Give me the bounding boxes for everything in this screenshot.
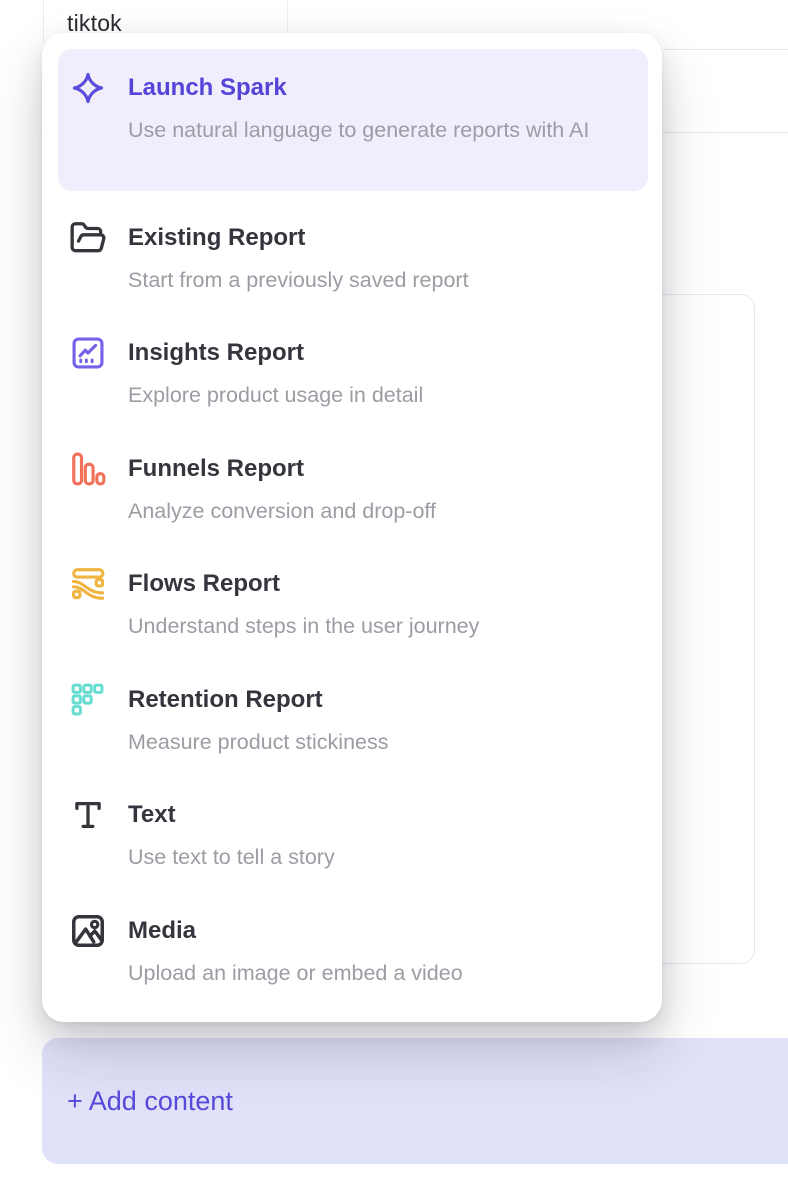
retention-grid-icon (68, 680, 108, 720)
funnel-bars-icon (68, 449, 108, 489)
add-content-menu: Launch Spark Use natural language to gen… (42, 33, 662, 1022)
add-content-button[interactable]: + Add content (42, 1038, 788, 1164)
menu-item-flows-report[interactable]: Flows Report Understand steps in the use… (68, 564, 664, 642)
menu-item-description: Explore product usage in detail (128, 379, 633, 411)
insights-chart-icon (68, 333, 108, 373)
menu-item-title: Existing Report (128, 224, 633, 252)
spark-icon (68, 68, 108, 108)
board-screen: tiktok + Add content Launch Spark Use na… (0, 0, 788, 1200)
text-icon (68, 795, 108, 835)
menu-item-title: Media (128, 917, 633, 945)
add-content-label: + Add content (42, 1086, 233, 1117)
menu-item-description: Use natural language to generate reports… (128, 114, 633, 146)
flows-icon (68, 564, 108, 604)
menu-item-title: Launch Spark (128, 74, 633, 102)
background-divider (664, 49, 788, 50)
background-divider (664, 132, 788, 133)
menu-item-title: Retention Report (128, 686, 633, 714)
menu-item-description: Use text to tell a story (128, 841, 633, 873)
menu-item-title: Flows Report (128, 570, 633, 598)
menu-item-description: Measure product stickiness (128, 726, 633, 758)
media-image-icon (68, 911, 108, 951)
menu-item-description: Understand steps in the user journey (128, 610, 633, 642)
menu-item-title: Funnels Report (128, 455, 633, 483)
folder-open-icon (68, 218, 108, 258)
background-card-border (43, 0, 44, 42)
menu-item-text[interactable]: Text Use text to tell a story (68, 795, 664, 873)
menu-item-retention-report[interactable]: Retention Report Measure product stickin… (68, 680, 664, 758)
menu-item-description: Start from a previously saved report (128, 264, 633, 296)
menu-item-existing-report[interactable]: Existing Report Start from a previously … (68, 218, 664, 296)
menu-item-description: Analyze conversion and drop-off (128, 495, 633, 527)
menu-item-launch-spark[interactable]: Launch Spark Use natural language to gen… (68, 68, 664, 146)
menu-item-title: Insights Report (128, 339, 633, 367)
menu-item-insights-report[interactable]: Insights Report Explore product usage in… (68, 333, 664, 411)
menu-item-description: Upload an image or embed a video (128, 957, 633, 989)
menu-item-media[interactable]: Media Upload an image or embed a video (68, 911, 664, 989)
menu-item-title: Text (128, 801, 633, 829)
menu-item-funnels-report[interactable]: Funnels Report Analyze conversion and dr… (68, 449, 664, 527)
